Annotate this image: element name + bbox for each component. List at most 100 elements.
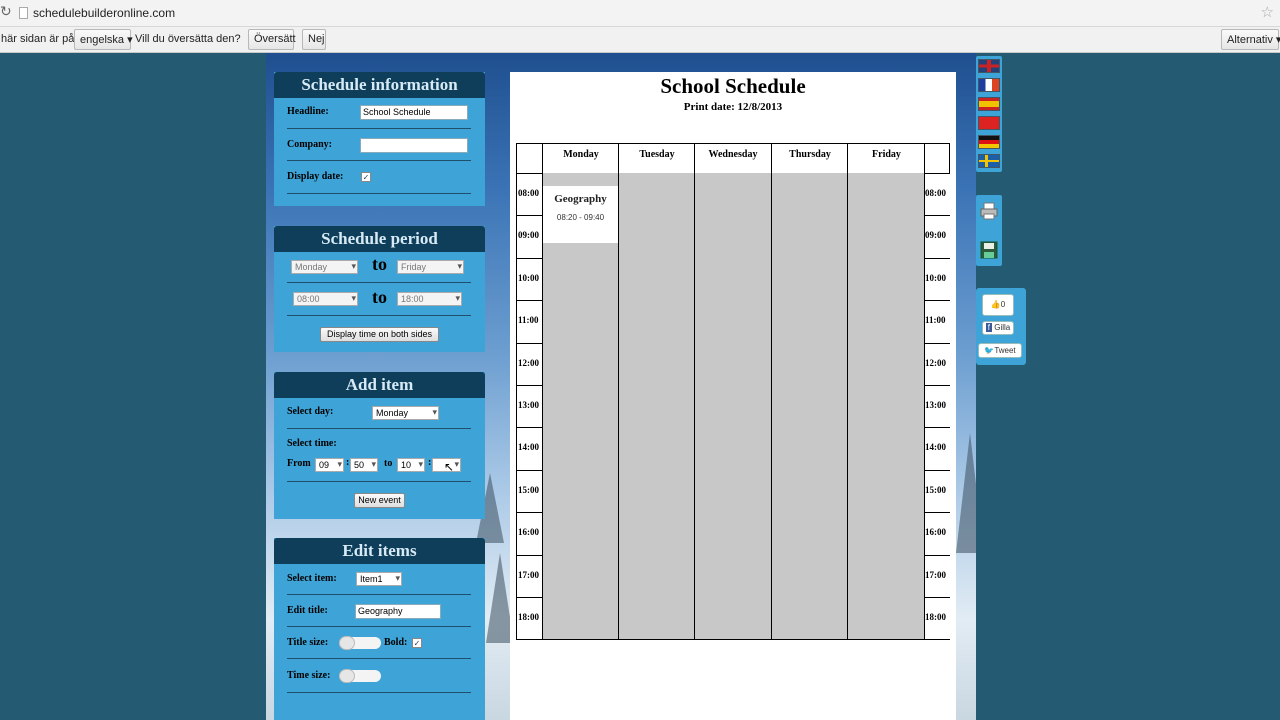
translate-bar: här sidan är på engelska ▾ Vill du övers… <box>0 27 1280 53</box>
time-label-left: 10:00 <box>518 272 539 283</box>
time-size-slider[interactable] <box>339 669 381 683</box>
no-button[interactable]: Nej <box>302 29 326 50</box>
row-line <box>924 385 950 386</box>
divider <box>287 428 471 429</box>
from-time-select[interactable]: 08:00 <box>293 292 358 306</box>
browser-url-bar: ↻ schedulebuilderonline.com ☆ <box>0 0 1280 27</box>
time-label-left: 11:00 <box>518 315 539 326</box>
slider-handle[interactable] <box>339 636 355 650</box>
to-day-select[interactable]: Friday <box>397 260 464 274</box>
day-header-tuesday: Tuesday <box>618 144 695 173</box>
to-time-select[interactable]: 18:00 <box>397 292 462 306</box>
day-column-friday[interactable] <box>847 173 924 639</box>
display-date-checkbox[interactable]: ✓ <box>361 172 371 182</box>
display-date-label: Display date: <box>287 171 344 182</box>
divider <box>287 128 471 129</box>
print-icon[interactable] <box>980 202 998 220</box>
select-time-label: Select time: <box>287 438 337 449</box>
schedule-grid: Monday Tuesday Wednesday Thursday Friday… <box>516 143 950 640</box>
add-item-panel: Add item Select day: Monday Select time:… <box>274 372 485 519</box>
title-size-slider[interactable] <box>339 636 381 650</box>
row-line <box>924 554 950 556</box>
company-label: Company: <box>287 139 333 150</box>
time-label-right: 10:00 <box>925 272 946 283</box>
print-date: Print date: 12/8/2013 <box>683 101 783 113</box>
row-line <box>517 554 543 556</box>
row-line <box>924 215 950 217</box>
time-label-left: 08:00 <box>518 188 539 198</box>
row-line <box>517 215 543 217</box>
to-hour-select[interactable]: 10 <box>397 458 425 472</box>
spanish-flag-icon[interactable] <box>978 97 1000 111</box>
day-column-thursday[interactable] <box>771 173 848 639</box>
options-button[interactable]: Alternativ ▾ <box>1221 29 1280 50</box>
schedule-title: School Schedule <box>660 74 806 98</box>
time-label-right: 13:00 <box>925 400 946 410</box>
select-day-dropdown[interactable]: Monday <box>372 406 439 420</box>
day-column-tuesday[interactable] <box>618 173 695 639</box>
company-input[interactable] <box>360 138 468 153</box>
bookmark-star-icon[interactable]: ☆ <box>1261 3 1274 21</box>
from-label: From <box>287 458 311 469</box>
schedule-information-panel: Schedule information Headline: School Sc… <box>274 72 485 206</box>
row-line <box>924 300 950 302</box>
right-time-header <box>924 144 950 173</box>
schedule-event[interactable]: Geography 08:20 - 09:40 <box>543 186 618 243</box>
day-column-wednesday[interactable] <box>694 173 771 639</box>
like-counter[interactable]: 👍0 <box>982 294 1014 316</box>
row-line <box>924 469 950 471</box>
select-item-dropdown[interactable]: Item1 <box>356 572 402 586</box>
event-time: 08:20 - 09:40 <box>556 213 605 222</box>
panel-title: Schedule period <box>274 226 485 252</box>
bold-label: Bold: <box>384 637 408 648</box>
event-title: Geography <box>554 193 607 205</box>
bold-checkbox[interactable]: ✓ <box>412 638 422 648</box>
to-text: to <box>372 254 387 274</box>
row-line <box>517 342 543 344</box>
row-line <box>517 300 543 302</box>
time-label-left: 18:00 <box>518 612 539 622</box>
time-label-right: 11:00 <box>925 315 946 326</box>
save-icon[interactable] <box>980 241 998 259</box>
background-tree <box>956 433 976 553</box>
row-line <box>517 469 543 471</box>
to-text: to <box>372 287 387 307</box>
facebook-like-button[interactable]: f Gilla <box>982 321 1014 335</box>
row-line <box>924 427 950 429</box>
headline-label: Headline: <box>287 106 329 117</box>
select-item-label: Select item: <box>287 573 337 584</box>
schedule-preview: School Schedule Print date: 12/8/2013 Mo… <box>510 72 956 720</box>
slider-handle[interactable] <box>339 669 355 683</box>
day-header-friday: Friday <box>847 144 925 173</box>
edit-title-label: Edit title: <box>287 605 328 616</box>
reload-icon[interactable]: ↻ <box>0 4 12 20</box>
display-time-both-sides-button[interactable]: Display time on both sides <box>320 327 439 342</box>
title-size-label: Title size: <box>287 637 329 648</box>
edit-title-input[interactable]: Geography <box>355 604 441 619</box>
from-hour-select[interactable]: 09 <box>315 458 344 472</box>
time-label-left: 17:00 <box>518 569 539 580</box>
time-label-right: 17:00 <box>925 569 946 580</box>
from-day-select[interactable]: Monday <box>291 260 358 274</box>
french-flag-icon[interactable] <box>978 78 1000 92</box>
chinese-flag-icon[interactable] <box>978 116 1000 130</box>
divider <box>287 692 471 693</box>
english-flag-icon[interactable] <box>978 59 1000 73</box>
swedish-flag-icon[interactable] <box>978 154 1000 168</box>
row-line <box>924 597 950 598</box>
social-panel: 👍0 f Gilla 🐦Tweet <box>976 288 1026 365</box>
tweet-button[interactable]: 🐦Tweet <box>978 343 1022 358</box>
time-label-left: 15:00 <box>518 484 539 495</box>
headline-input[interactable]: School Schedule <box>360 105 468 120</box>
row-line <box>517 257 543 259</box>
from-minute-select[interactable]: 50 <box>350 458 378 472</box>
translate-button[interactable]: Översätt <box>248 29 296 50</box>
url-text[interactable]: schedulebuilderonline.com <box>33 6 175 20</box>
row-line <box>924 173 950 174</box>
german-flag-icon[interactable] <box>978 135 1000 149</box>
panel-title: Edit items <box>274 538 485 564</box>
new-event-button[interactable]: New event <box>354 493 405 508</box>
like-count: 0 <box>1000 300 1006 309</box>
language-select[interactable]: engelska ▾ <box>74 29 133 50</box>
divider <box>287 594 471 595</box>
